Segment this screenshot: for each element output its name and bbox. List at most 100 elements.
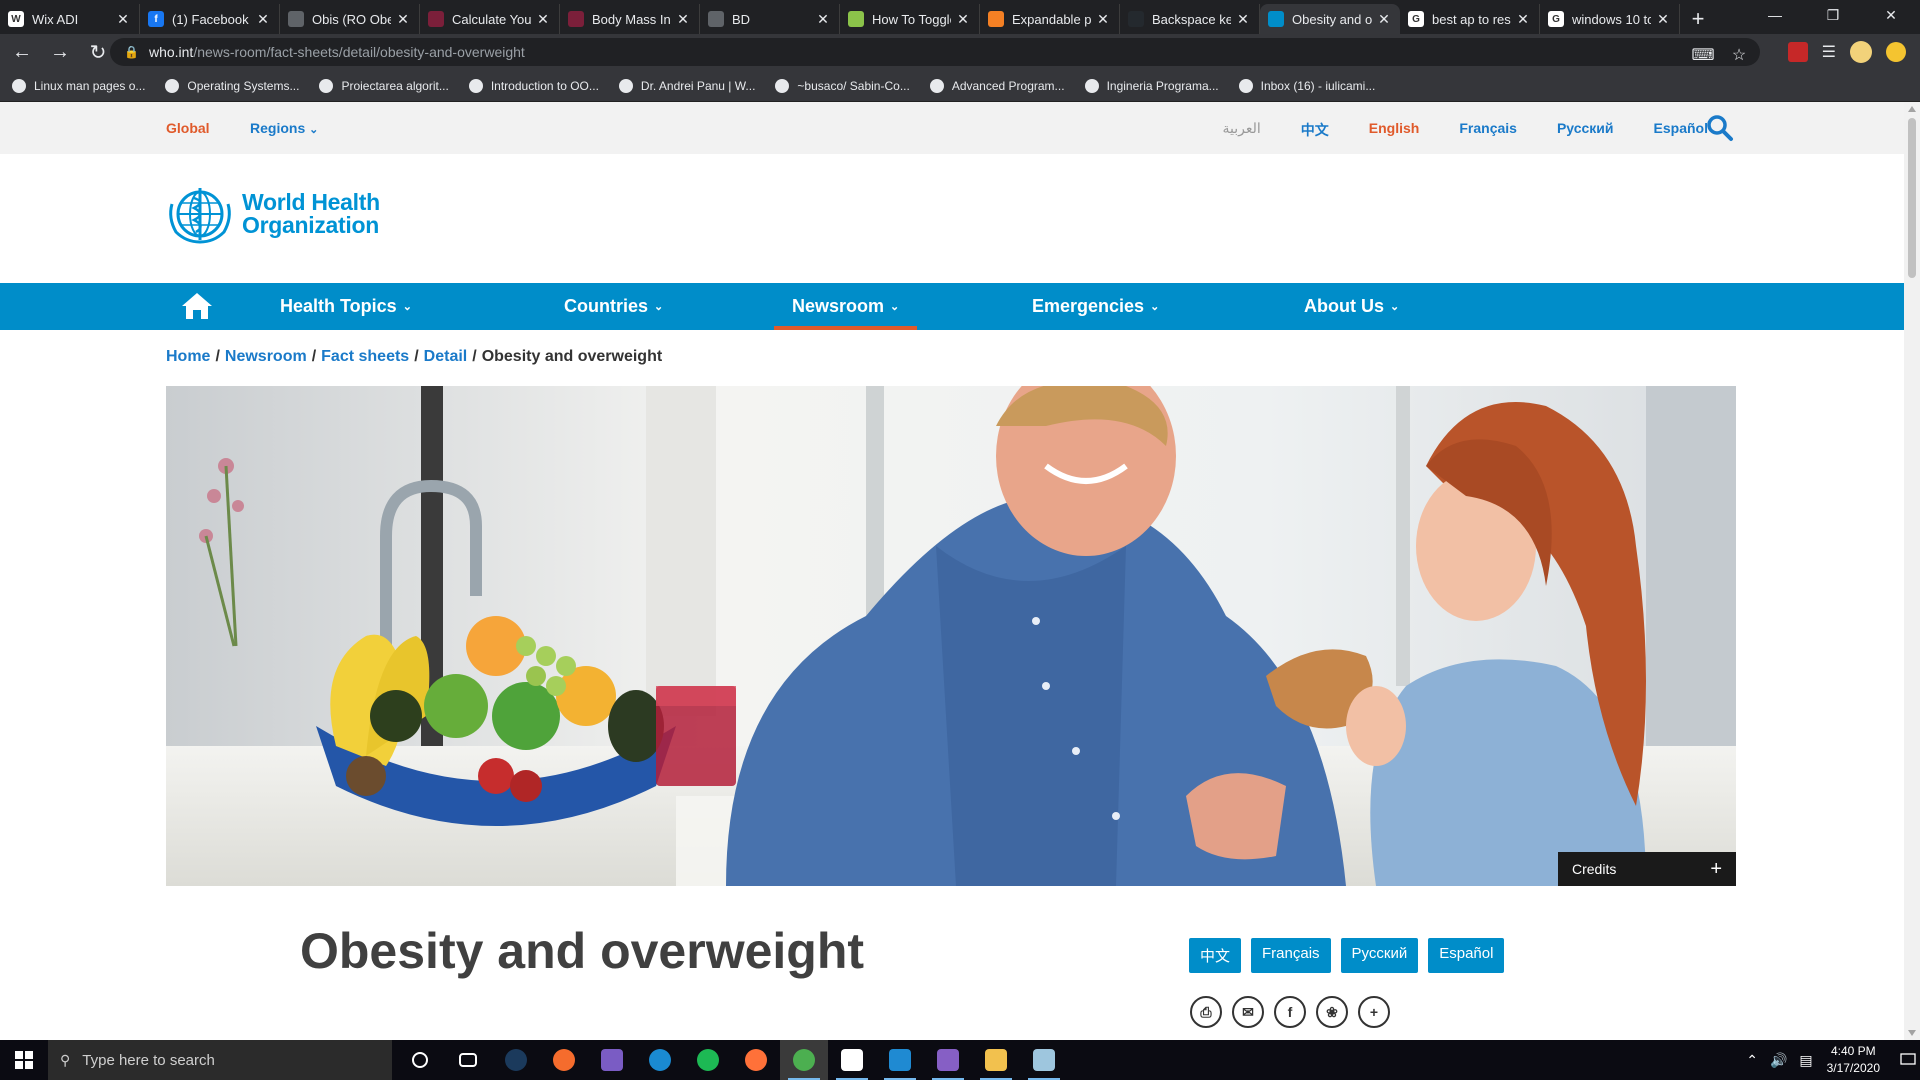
origin-taskbar-button[interactable] bbox=[540, 1040, 588, 1080]
browser-tab[interactable]: W Wix ADI ✕ bbox=[0, 4, 140, 34]
close-tab-icon[interactable]: ✕ bbox=[815, 11, 831, 28]
regions-dropdown[interactable]: Regions ⌄ bbox=[250, 120, 318, 136]
close-window-button[interactable]: ✕ bbox=[1862, 0, 1920, 30]
task-view-taskbar-button[interactable] bbox=[444, 1040, 492, 1080]
bookmark-item[interactable]: Introduction to OO... bbox=[468, 78, 599, 93]
close-tab-icon[interactable]: ✕ bbox=[115, 11, 131, 28]
file-explorer-taskbar-button[interactable] bbox=[972, 1040, 1020, 1080]
jetbrains-taskbar-button[interactable] bbox=[828, 1040, 876, 1080]
home-icon[interactable] bbox=[180, 291, 214, 321]
browser-tab[interactable]: Gbest ap to resize✕ bbox=[1400, 4, 1540, 34]
browser-tab[interactable]: Expandable panel✕ bbox=[980, 4, 1120, 34]
who-logo[interactable]: World Health Organization bbox=[166, 184, 380, 244]
translation-button[interactable]: Русский bbox=[1340, 938, 1419, 973]
twitter-icon[interactable]: ❀ bbox=[1316, 996, 1348, 1028]
browser-tab[interactable]: Obesity and overweight✕ bbox=[1260, 4, 1400, 34]
start-button[interactable] bbox=[0, 1040, 48, 1080]
restore-button[interactable]: ❐ bbox=[1804, 0, 1862, 30]
bookmark-item[interactable]: Inbox (16) - iulicami... bbox=[1238, 78, 1375, 93]
nav-item[interactable]: Health Topics ⌄ bbox=[280, 283, 412, 330]
bookmark-star-icon[interactable]: ☆ bbox=[1728, 44, 1750, 66]
close-tab-icon[interactable]: ✕ bbox=[955, 11, 971, 28]
browser-tab[interactable]: Body Mass Index✕ bbox=[560, 4, 700, 34]
credits-button[interactable]: Credits + bbox=[1558, 852, 1736, 886]
translation-button[interactable]: Français bbox=[1251, 938, 1331, 973]
breadcrumb-link[interactable]: Detail bbox=[424, 348, 468, 365]
bookmark-item[interactable]: ~busaco/ Sabin-Co... bbox=[775, 78, 910, 93]
print-icon[interactable]: ⎙ bbox=[1190, 996, 1222, 1028]
breadcrumb-link[interactable]: Newsroom bbox=[225, 348, 307, 365]
scroll-down-icon[interactable] bbox=[1908, 1030, 1916, 1036]
language-link[interactable]: Русский bbox=[1557, 120, 1614, 140]
browser-tab[interactable]: Obis (RO Obezitate)✕ bbox=[280, 4, 420, 34]
uplay-taskbar-button[interactable] bbox=[636, 1040, 684, 1080]
nav-item[interactable]: Newsroom ⌄ bbox=[773, 283, 918, 330]
nav-item[interactable]: Countries ⌄ bbox=[564, 283, 663, 330]
new-tab-button[interactable]: + bbox=[1680, 4, 1716, 34]
address-bar[interactable]: 🔒 who.int/news-room/fact-sheets/detail/o… bbox=[110, 38, 1760, 66]
bookmark-item[interactable]: Proiectarea algorit... bbox=[319, 78, 449, 93]
close-tab-icon[interactable]: ✕ bbox=[255, 11, 271, 28]
nav-item[interactable]: Emergencies ⌄ bbox=[1032, 283, 1159, 330]
breadcrumb-link[interactable]: Fact sheets bbox=[321, 348, 409, 365]
translation-button[interactable]: 中文 bbox=[1189, 938, 1242, 973]
language-link[interactable]: English bbox=[1369, 120, 1420, 140]
steam-taskbar-button[interactable] bbox=[492, 1040, 540, 1080]
network-icon[interactable]: ▤ bbox=[1799, 1052, 1812, 1069]
browser-tab[interactable]: f (1) Facebook ✕ bbox=[140, 4, 280, 34]
spotify-taskbar-button[interactable] bbox=[684, 1040, 732, 1080]
translate-icon[interactable]: ⌨ bbox=[1691, 44, 1714, 66]
adblock-extension-icon[interactable] bbox=[1787, 42, 1808, 62]
scrollbar-thumb[interactable] bbox=[1908, 118, 1916, 278]
language-link[interactable]: Español bbox=[1654, 120, 1708, 140]
global-link[interactable]: Global bbox=[166, 120, 210, 136]
firefox-taskbar-button[interactable] bbox=[732, 1040, 780, 1080]
language-link[interactable]: العربية bbox=[1223, 120, 1261, 140]
breadcrumb-link[interactable]: Home bbox=[166, 348, 210, 365]
close-tab-icon[interactable]: ✕ bbox=[395, 11, 411, 28]
bookmark-item[interactable]: Operating Systems... bbox=[165, 78, 299, 93]
browser-tab[interactable]: How To Toggle ✕ bbox=[840, 4, 980, 34]
forward-button[interactable]: → bbox=[44, 36, 76, 68]
search-icon[interactable] bbox=[1706, 114, 1734, 142]
scroll-up-icon[interactable] bbox=[1908, 106, 1916, 112]
email-icon[interactable]: ✉ bbox=[1232, 996, 1264, 1028]
bookmark-item[interactable]: Linux man pages o... bbox=[12, 78, 145, 93]
page-scrollbar[interactable] bbox=[1904, 102, 1920, 1040]
notepad-taskbar-button[interactable] bbox=[1020, 1040, 1068, 1080]
browser-tab[interactable]: Calculate Your BMI✕ bbox=[420, 4, 560, 34]
visual-studio-taskbar-button[interactable] bbox=[924, 1040, 972, 1080]
vscode-taskbar-button[interactable] bbox=[876, 1040, 924, 1080]
chevron-up-icon[interactable]: ⌃ bbox=[1746, 1052, 1758, 1069]
visual-studio-installer-taskbar-button[interactable] bbox=[588, 1040, 636, 1080]
extension-icon[interactable] bbox=[1886, 42, 1906, 62]
reading-list-icon[interactable]: ☰ bbox=[1822, 42, 1836, 62]
close-tab-icon[interactable]: ✕ bbox=[675, 11, 691, 28]
taskbar-search[interactable]: ⚲ Type here to search bbox=[48, 1040, 392, 1080]
minimize-button[interactable]: — bbox=[1746, 0, 1804, 30]
nav-item[interactable]: About Us ⌄ bbox=[1304, 283, 1399, 330]
close-tab-icon[interactable]: ✕ bbox=[1515, 11, 1531, 28]
clock[interactable]: 4:40 PM 3/17/2020 bbox=[1827, 1043, 1880, 1077]
notification-icon[interactable] bbox=[1896, 1040, 1920, 1080]
bookmark-item[interactable]: Ingineria Programa... bbox=[1084, 78, 1219, 93]
browser-tab[interactable]: Gwindows 10 toggle✕ bbox=[1540, 4, 1680, 34]
close-tab-icon[interactable]: ✕ bbox=[1655, 11, 1671, 28]
close-tab-icon[interactable]: ✕ bbox=[1095, 11, 1111, 28]
chrome-taskbar-button[interactable] bbox=[780, 1040, 828, 1080]
language-link[interactable]: Français bbox=[1459, 120, 1517, 140]
language-link[interactable]: 中文 bbox=[1301, 120, 1329, 140]
back-button[interactable]: ← bbox=[6, 36, 38, 68]
close-tab-icon[interactable]: ✕ bbox=[1235, 11, 1251, 28]
bookmark-item[interactable]: Dr. Andrei Panu | W... bbox=[618, 78, 755, 93]
cortana-taskbar-button[interactable] bbox=[396, 1040, 444, 1080]
translation-button[interactable]: Español bbox=[1428, 938, 1505, 973]
browser-tab[interactable]: Backspace key ✕ bbox=[1120, 4, 1260, 34]
profile-avatar[interactable] bbox=[1850, 41, 1872, 63]
more-share-icon[interactable]: + bbox=[1358, 996, 1390, 1028]
close-tab-icon[interactable]: ✕ bbox=[1376, 11, 1392, 28]
bookmark-item[interactable]: Advanced Program... bbox=[929, 78, 1065, 93]
facebook-icon[interactable]: f bbox=[1274, 996, 1306, 1028]
browser-tab[interactable]: BD ✕ bbox=[700, 4, 840, 34]
close-tab-icon[interactable]: ✕ bbox=[535, 11, 551, 28]
